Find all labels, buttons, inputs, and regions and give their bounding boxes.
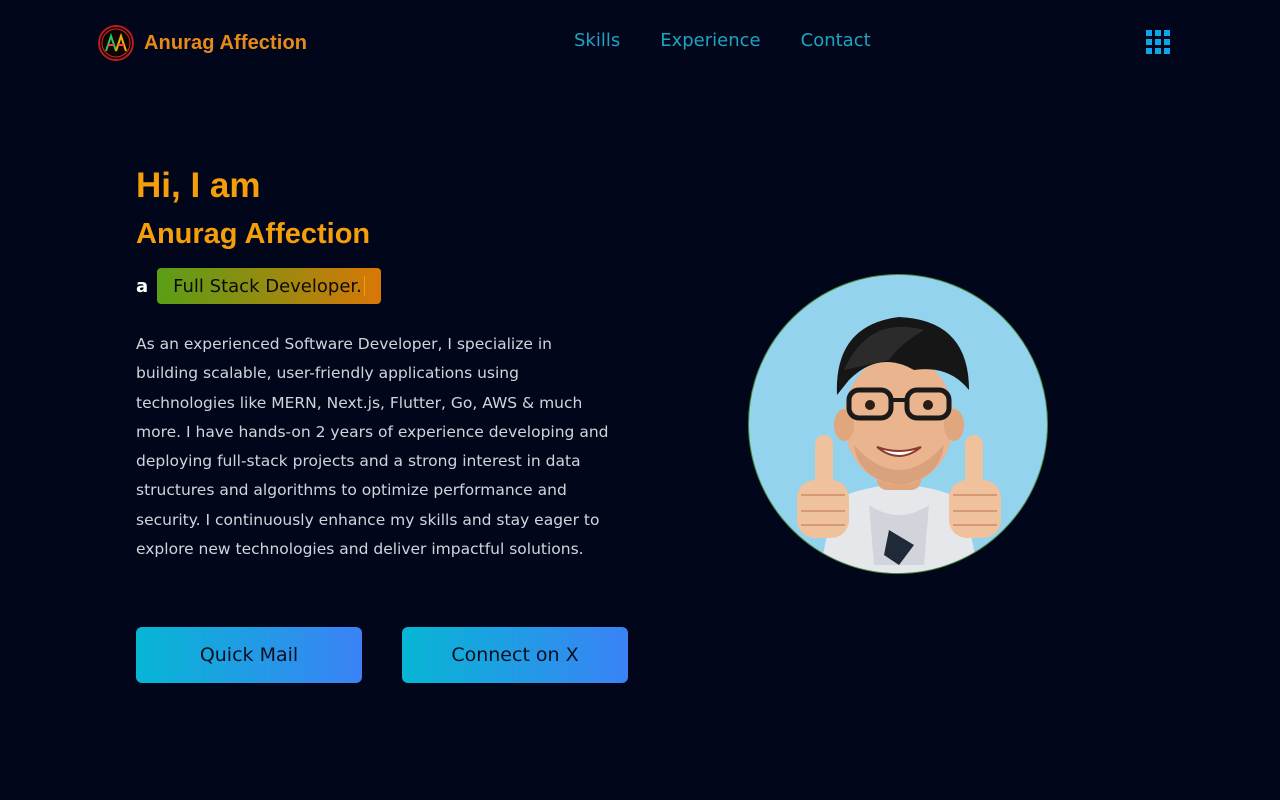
connect-x-button[interactable]: Connect on X <box>402 627 628 683</box>
bio-paragraph: As an experienced Software Developer, I … <box>136 335 609 559</box>
aa-logo-icon <box>98 25 134 61</box>
role-row: a Full Stack Developer. <box>136 268 381 304</box>
quick-mail-button[interactable]: Quick Mail <box>136 627 362 683</box>
site-header: Anurag Affection Skills Experience Conta… <box>0 0 1280 88</box>
avatar-image <box>748 274 1048 574</box>
nav-skills[interactable]: Skills <box>574 30 620 51</box>
brand-link[interactable]: Anurag Affection <box>98 25 307 61</box>
nav-experience[interactable]: Experience <box>660 30 760 51</box>
brand-name: Anurag Affection <box>144 31 308 54</box>
role-badge: Full Stack Developer. <box>157 268 381 304</box>
hero-name: Anurag Affection <box>136 218 371 250</box>
grid-menu-icon[interactable] <box>1146 30 1170 54</box>
typing-caret <box>363 276 365 296</box>
main-nav: Skills Experience Contact <box>574 30 871 51</box>
nav-contact[interactable]: Contact <box>801 30 871 51</box>
hero-greeting: Hi, I am <box>136 166 261 205</box>
role-text: Full Stack Developer. <box>173 275 362 297</box>
role-prefix: a <box>136 275 149 297</box>
